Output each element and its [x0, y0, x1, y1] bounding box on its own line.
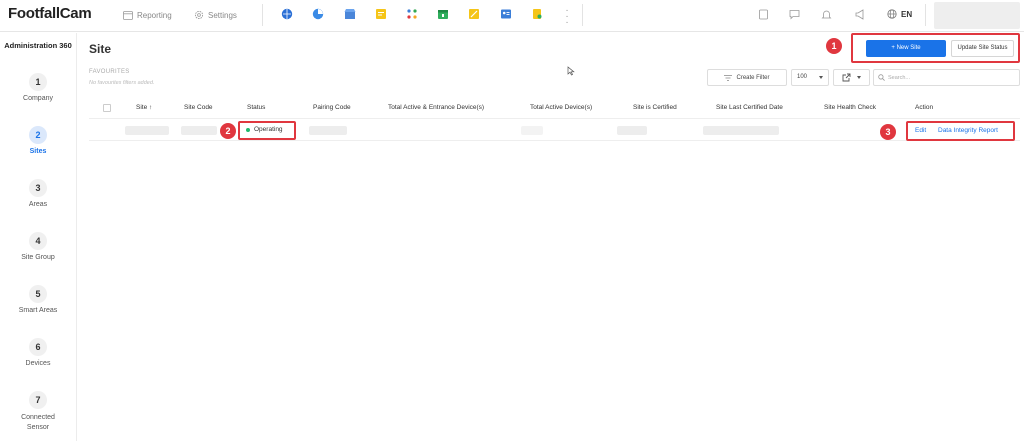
- language-label: EN: [901, 9, 913, 19]
- column-header-total-active[interactable]: Total Active Device(s): [530, 104, 592, 111]
- annotation-badge-3: 3: [880, 124, 896, 140]
- more-apps-icon[interactable]: · · ·: [564, 6, 570, 28]
- export-icon: [842, 73, 851, 82]
- highlight-box-1: [851, 33, 1020, 63]
- create-filter-button[interactable]: Create Filter: [707, 69, 787, 86]
- mouse-cursor-icon: [567, 66, 575, 76]
- step-number: 2: [29, 126, 47, 144]
- gear-icon: [194, 10, 204, 20]
- chevron-down-icon: [857, 76, 861, 79]
- highlight-box-2: [238, 121, 296, 140]
- user-profile[interactable]: [934, 2, 1020, 29]
- annotation-badge-2: 2: [220, 123, 236, 139]
- chat-icon[interactable]: [789, 9, 800, 20]
- step-label: Site Group: [21, 254, 55, 261]
- sidebar-step-site-group[interactable]: 4 Site Group: [0, 232, 76, 261]
- contact-app-icon[interactable]: [500, 8, 512, 20]
- column-header-site[interactable]: Site ↑: [136, 104, 152, 111]
- nav-reporting[interactable]: Reporting: [123, 10, 172, 20]
- annotation-badge-1: 1: [826, 38, 842, 54]
- step-label: Devices: [25, 360, 51, 367]
- globe-app-icon[interactable]: [281, 8, 293, 20]
- step-number: 5: [29, 285, 47, 303]
- sidebar-step-sites[interactable]: 2 Sites: [0, 126, 76, 155]
- column-header-action: Action: [915, 104, 934, 111]
- search-icon: [878, 74, 885, 81]
- step-label: Smart Areas: [18, 307, 58, 314]
- globe-icon: [887, 9, 897, 19]
- sidebar-step-areas[interactable]: 3 Areas: [0, 179, 76, 208]
- column-header-health-check[interactable]: Site Health Check: [824, 104, 876, 111]
- nav-settings[interactable]: Settings: [194, 10, 237, 20]
- step-label: Connected Sensor: [21, 414, 55, 431]
- favourites-empty-text: No favourites filters added.: [89, 80, 155, 86]
- sidebar-step-connected-sensor[interactable]: 7 Connected Sensor: [0, 391, 76, 433]
- megaphone-icon[interactable]: [855, 9, 866, 20]
- filter-icon: [724, 74, 733, 81]
- sidebar: Administration 360 1 Company 2 Sites 3 A…: [0, 33, 77, 441]
- step-label: Sites: [29, 148, 47, 155]
- export-button[interactable]: [833, 69, 870, 86]
- language-selector[interactable]: EN: [887, 9, 912, 19]
- step-number: 6: [29, 338, 47, 356]
- step-label: Company: [23, 95, 53, 102]
- site-name-cell: [125, 126, 169, 135]
- network-app-icon[interactable]: [406, 8, 418, 20]
- chevron-down-icon: [819, 76, 823, 79]
- top-bar: FootfallCam Reporting Settings · · · EN: [0, 0, 1024, 32]
- total-active-cell: [521, 126, 543, 135]
- document-app-icon[interactable]: [531, 8, 543, 20]
- calendar-icon: [123, 11, 133, 20]
- divider: [925, 4, 926, 26]
- divider: [262, 4, 263, 26]
- app-logo[interactable]: FootfallCam: [8, 5, 92, 22]
- tablet-icon[interactable]: [758, 9, 769, 20]
- highlight-box-3: [906, 121, 1015, 141]
- step-number: 1: [29, 73, 47, 91]
- column-header-pairing-code[interactable]: Pairing Code: [313, 104, 351, 111]
- calendar-app-icon[interactable]: [437, 8, 449, 20]
- column-header-site-certified[interactable]: Site is Certified: [633, 104, 677, 111]
- last-certified-date-cell: [703, 126, 779, 135]
- step-number: 3: [29, 179, 47, 197]
- nav-reporting-label: Reporting: [137, 10, 172, 20]
- column-header-last-certified-date[interactable]: Site Last Certified Date: [716, 104, 783, 111]
- sidebar-step-smart-areas[interactable]: 5 Smart Areas: [0, 285, 76, 314]
- column-header-status[interactable]: Status: [247, 104, 265, 111]
- folder-app-icon[interactable]: [375, 8, 387, 20]
- pairing-code-cell: [309, 126, 347, 135]
- chart-app-icon[interactable]: [312, 8, 324, 20]
- store-app-icon[interactable]: [344, 8, 356, 20]
- select-all-checkbox[interactable]: [103, 104, 111, 112]
- page-title: Site: [89, 42, 112, 56]
- step-label: Areas: [28, 201, 48, 208]
- sidebar-title: Administration 360: [4, 41, 72, 50]
- page-size-select[interactable]: 100: [791, 69, 829, 86]
- site-code-cell: [181, 126, 217, 135]
- favourites-label: FAVOURITES: [89, 69, 130, 75]
- column-header-total-active-entrance[interactable]: Total Active & Entrance Device(s): [388, 104, 484, 111]
- sidebar-step-devices[interactable]: 6 Devices: [0, 338, 76, 367]
- bell-icon[interactable]: [821, 9, 832, 20]
- table-header: Site ↑ Site Code Status Pairing Code Tot…: [89, 99, 1020, 119]
- search-box[interactable]: [873, 69, 1020, 86]
- search-input[interactable]: [888, 74, 1008, 81]
- column-header-site-code[interactable]: Site Code: [184, 104, 213, 111]
- sidebar-step-company[interactable]: 1 Company: [0, 73, 76, 102]
- site-certified-cell: [617, 126, 647, 135]
- nav-settings-label: Settings: [208, 10, 237, 20]
- page-size-value: 100: [797, 74, 808, 80]
- edit-app-icon[interactable]: [468, 8, 480, 20]
- create-filter-label: Create Filter: [736, 74, 770, 81]
- step-number: 4: [29, 232, 47, 250]
- step-number: 7: [29, 391, 47, 409]
- divider: [582, 4, 583, 26]
